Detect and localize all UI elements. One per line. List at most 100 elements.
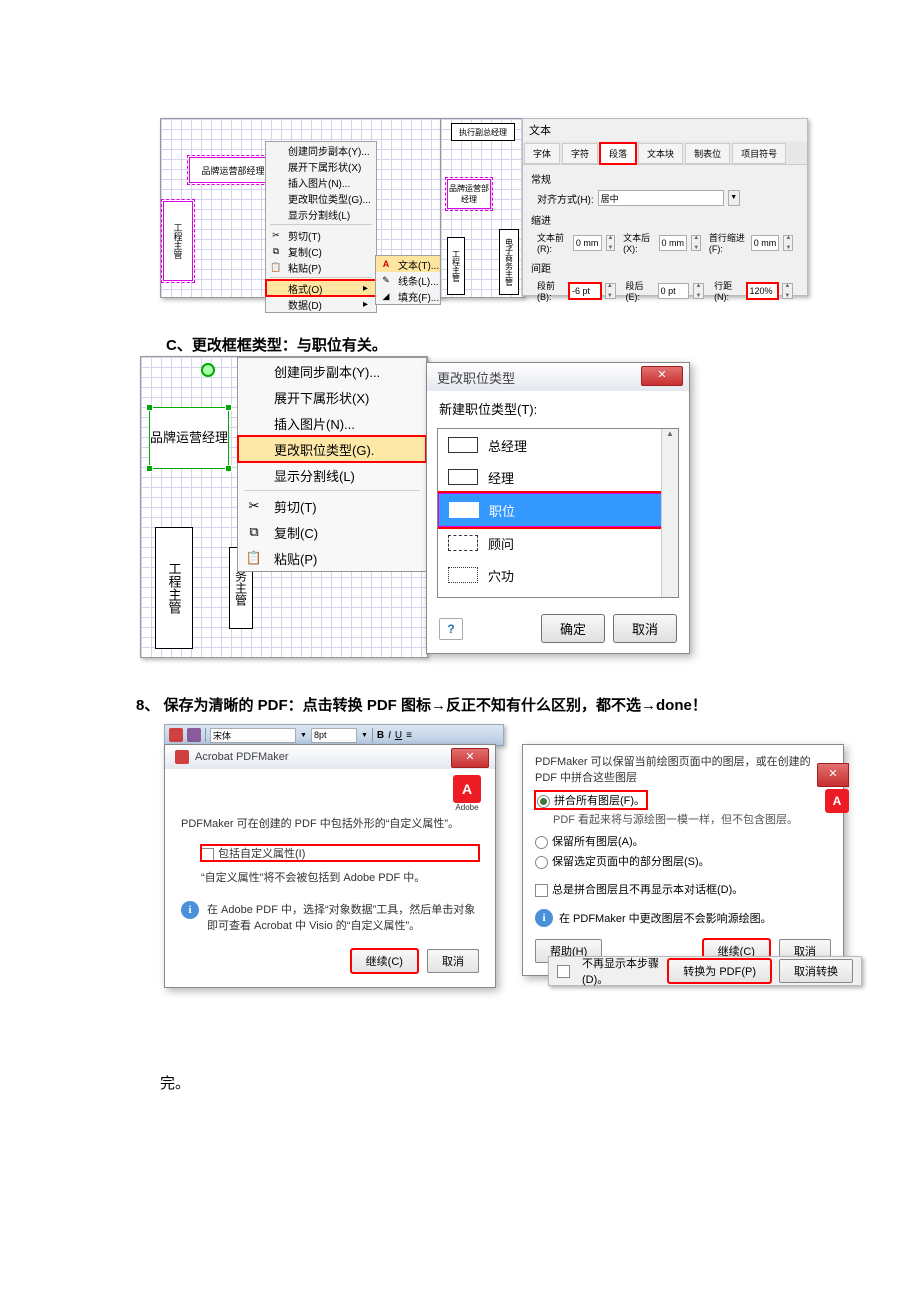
menu-change-pos[interactable]: 更改职位类型(G). bbox=[238, 436, 426, 462]
first-input[interactable]: 0 mm bbox=[751, 235, 780, 251]
list-item-pos[interactable]: 职位 bbox=[438, 493, 678, 527]
close-button[interactable]: ✕ bbox=[817, 763, 849, 787]
ok-button[interactable]: 确定 bbox=[541, 614, 605, 643]
size-select[interactable]: 8pt bbox=[311, 728, 357, 743]
info-icon: i bbox=[535, 909, 553, 927]
italic-icon[interactable]: I bbox=[388, 730, 391, 741]
tab-textblock[interactable]: 文本块 bbox=[638, 143, 683, 164]
menu-insert-pic[interactable]: 插入图片(N)... bbox=[238, 410, 426, 436]
rotate-handle-icon[interactable] bbox=[201, 363, 215, 377]
radio-icon bbox=[535, 856, 548, 869]
position-list[interactable]: 总经理 经理 职位 顾问 穴功 ▲ bbox=[437, 428, 679, 598]
menu-copy[interactable]: ⧉复制(C) bbox=[266, 243, 376, 259]
cancel-button[interactable]: 取消 bbox=[613, 614, 677, 643]
tab-char[interactable]: 字符 bbox=[562, 143, 598, 164]
fig3-context-menu[interactable]: 创建同步副本(Y)... 展开下属形状(X) 插入图片(N)... 更改职位类型… bbox=[237, 357, 427, 572]
menu-change-pos[interactable]: 更改职位类型(G)... bbox=[266, 190, 376, 206]
spinner[interactable] bbox=[606, 235, 616, 251]
box-icon bbox=[448, 567, 478, 583]
menu-divider[interactable]: 显示分割线(L) bbox=[266, 206, 376, 222]
checkbox-icon[interactable] bbox=[557, 965, 570, 978]
tab-font[interactable]: 字体 bbox=[524, 143, 560, 164]
pen-icon: ✎ bbox=[379, 273, 393, 287]
fig2-top: 执行副总经理 bbox=[451, 123, 515, 141]
menu-expand[interactable]: 展开下属形状(X) bbox=[238, 384, 426, 410]
panel-tabs: 字体 字符 段落 文本块 制表位 项目符号 bbox=[523, 141, 807, 165]
menu-sync[interactable]: 创建同步副本(Y)... bbox=[238, 358, 426, 384]
info-icon: i bbox=[181, 901, 199, 919]
close-button[interactable]: ✕ bbox=[451, 748, 489, 768]
menu-sync[interactable]: 创建同步副本(Y)... bbox=[266, 142, 376, 158]
convert-button[interactable]: 转换为 PDF(P) bbox=[668, 959, 771, 983]
align-select[interactable]: 居中 bbox=[598, 190, 724, 206]
flatten-desc: PDF 看起来将与源绘图一模一样，但不包含图层。 bbox=[553, 811, 831, 827]
checkbox-icon bbox=[201, 848, 214, 861]
spinner[interactable] bbox=[691, 235, 701, 251]
dropdown-icon[interactable]: ▼ bbox=[728, 190, 740, 206]
spinner[interactable] bbox=[783, 235, 793, 251]
menu-divider[interactable]: 显示分割线(L) bbox=[238, 462, 426, 488]
handle-icon[interactable] bbox=[225, 465, 232, 472]
radio-keep-sel[interactable]: 保留选定页面中的部分图层(S)。 bbox=[535, 853, 831, 869]
continue-button[interactable]: 继续(C) bbox=[351, 949, 418, 973]
help-icon[interactable]: ? bbox=[439, 618, 463, 640]
menu-cut[interactable]: ✂剪切(T) bbox=[266, 227, 376, 243]
radio-on-icon bbox=[537, 795, 550, 808]
info-text: 在 Adobe PDF 中，选择“对象数据”工具，然后单击对象即可查看 Acro… bbox=[207, 901, 479, 933]
radio-flatten[interactable]: 拼合所有图层(F)。 bbox=[535, 791, 647, 809]
menu-cut[interactable]: ✂剪切(T) bbox=[238, 493, 426, 519]
fig3-brand[interactable]: 品牌运营经理 bbox=[149, 407, 229, 469]
tab-tabs[interactable]: 制表位 bbox=[685, 143, 730, 164]
pdfmaker-dialog-2: PDFMaker 可以保留当前绘图页面中的图层，或在创建的 PDF 中拼合这些图… bbox=[522, 744, 844, 976]
align-icon[interactable]: ≡ bbox=[406, 730, 412, 741]
fig1-box-brand[interactable]: 品牌运营部经理 bbox=[189, 157, 277, 183]
cancel-button[interactable]: 取消 bbox=[427, 949, 479, 973]
handle-icon[interactable] bbox=[146, 404, 153, 411]
menu-expand[interactable]: 展开下属形状(X) bbox=[266, 158, 376, 174]
include-custom-checkbox[interactable]: 包括自定义属性(I) bbox=[201, 845, 479, 861]
label: 不再显示本步骤(D)。 bbox=[582, 955, 660, 987]
sub-fill[interactable]: ◢填充(F)... bbox=[376, 288, 440, 304]
spinner[interactable] bbox=[693, 283, 704, 299]
after-input[interactable]: 0 mm bbox=[659, 235, 688, 251]
before-input[interactable]: 0 mm bbox=[573, 235, 602, 251]
fig1-context-menu[interactable]: 创建同步副本(Y)... 展开下属形状(X) 插入图片(N)... 更改职位类型… bbox=[265, 141, 377, 313]
line1: PDFMaker 可在创建的 PDF 中包括外形的“自定义属性”。 bbox=[181, 815, 479, 831]
spinner[interactable] bbox=[605, 283, 616, 299]
bold-icon[interactable]: B bbox=[377, 730, 384, 741]
sub-line[interactable]: ✎线条(L)... bbox=[376, 272, 440, 288]
label: 显示分割线(L) bbox=[274, 466, 355, 485]
chk-always[interactable]: 总是拼合图层且不再显示本对话框(D)。 bbox=[535, 881, 831, 897]
sub-text[interactable]: A文本(T)... bbox=[376, 256, 440, 272]
spinner[interactable] bbox=[782, 283, 793, 299]
fig1-submenu[interactable]: A文本(T)... ✎线条(L)... ◢填充(F)... bbox=[375, 255, 441, 305]
handle-icon[interactable] bbox=[225, 404, 232, 411]
fig2-brand[interactable]: 品牌运营部经理 bbox=[447, 179, 491, 209]
menu-insert-pic[interactable]: 插入图片(N)... bbox=[266, 174, 376, 190]
fig3-eng: 工程主管 bbox=[155, 527, 193, 649]
menu-paste[interactable]: 📋粘贴(P) bbox=[238, 545, 426, 571]
radio-keep-all[interactable]: 保留所有图层(A)。 bbox=[535, 833, 831, 849]
cancel-convert-button[interactable]: 取消转换 bbox=[779, 959, 853, 983]
tool-icon[interactable] bbox=[187, 728, 201, 742]
label: 显示分割线(L) bbox=[288, 207, 350, 222]
menu-paste[interactable]: 📋粘贴(P) bbox=[266, 259, 376, 275]
pdf-icon bbox=[175, 750, 189, 764]
underline-icon[interactable]: U bbox=[395, 730, 402, 741]
checkbox-icon bbox=[535, 884, 548, 897]
sb-input[interactable]: -6 pt bbox=[569, 283, 601, 299]
tab-paragraph[interactable]: 段落 bbox=[600, 143, 636, 164]
close-button[interactable]: ✕ bbox=[641, 366, 683, 386]
tab-bullet[interactable]: 项目符号 bbox=[732, 143, 786, 164]
menu-copy[interactable]: ⧉复制(C) bbox=[238, 519, 426, 545]
ls-input[interactable]: 120% bbox=[747, 283, 779, 299]
fig1-box-eng[interactable]: 工程主管 bbox=[163, 201, 193, 281]
handle-icon[interactable] bbox=[146, 465, 153, 472]
scrollbar[interactable]: ▲ bbox=[661, 429, 678, 597]
brand-text: Adobe bbox=[453, 803, 481, 812]
sa-input[interactable]: 0 pt bbox=[658, 283, 690, 299]
menu-data[interactable]: 数据(D)▸ bbox=[266, 296, 376, 312]
font-select[interactable]: 宋体 bbox=[210, 728, 296, 743]
menu-format[interactable]: 格式(O)▸ bbox=[266, 280, 376, 296]
pdf-icon[interactable] bbox=[169, 728, 183, 742]
